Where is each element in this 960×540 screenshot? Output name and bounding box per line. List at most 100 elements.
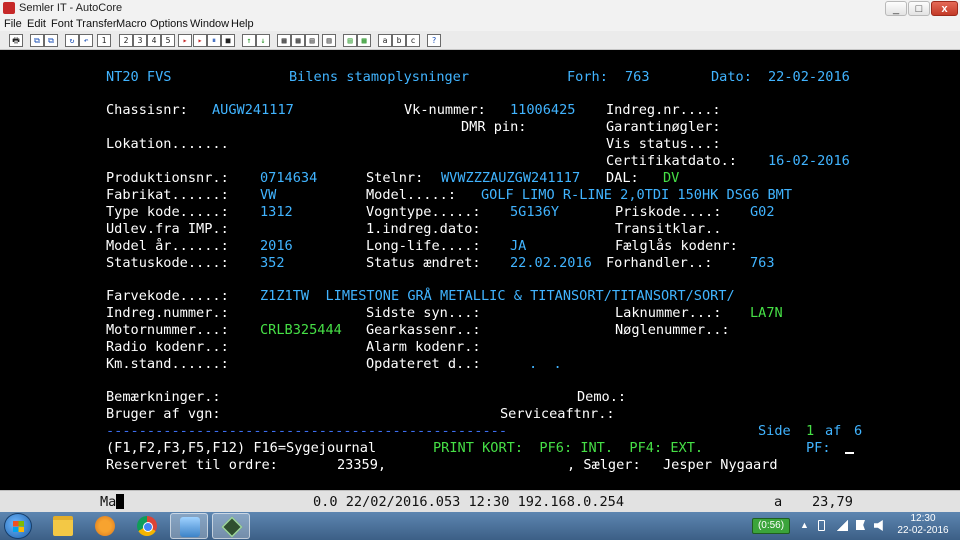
- step-icon[interactable]: ▸: [193, 34, 207, 47]
- session-1-icon[interactable]: ▤: [343, 34, 357, 47]
- terminal-icon: [221, 516, 243, 538]
- dmr-pin-label: DMR pin:: [461, 119, 527, 135]
- taskbar-explorer[interactable]: [44, 513, 82, 539]
- play-icon[interactable]: ▸: [178, 34, 192, 47]
- indreg-dato-label: 1.indreg.dato:: [366, 221, 481, 237]
- model-label: Model.....:: [366, 187, 457, 203]
- lokation-label: Lokation.......: [106, 136, 229, 152]
- garanti-label: Garantinøgler:: [606, 119, 721, 135]
- pf-input[interactable]: [845, 440, 854, 457]
- udlev-label: Udlev.fra IMP.:: [106, 221, 229, 237]
- menu-transfer[interactable]: Transfer: [76, 17, 117, 31]
- cursor-position: 23,79: [812, 494, 853, 510]
- maximize-button[interactable]: □: [908, 1, 930, 16]
- taskbar-chrome[interactable]: [128, 513, 166, 539]
- app-icon: [3, 2, 15, 14]
- menu-file[interactable]: File: [4, 17, 22, 31]
- window-title: Semler IT - AutoCore: [19, 2, 123, 14]
- screen-1-icon[interactable]: ▦: [277, 34, 291, 47]
- bruger-label: Bruger af vgn:: [106, 406, 221, 422]
- tray-expand-icon[interactable]: ▲: [800, 520, 810, 531]
- refresh-icon[interactable]: ↻: [65, 34, 79, 47]
- macro-3-icon[interactable]: 3: [133, 34, 147, 47]
- session-2-icon[interactable]: ▦: [357, 34, 371, 47]
- alarm-label: Alarm kodenr.:: [366, 339, 481, 355]
- paste-icon[interactable]: ⧉: [44, 34, 58, 47]
- produktion-value: 0714634: [260, 170, 318, 186]
- pause-icon[interactable]: ⏸: [207, 34, 221, 47]
- long-life-label: Long-life....:: [366, 238, 481, 254]
- forh-value: 763: [625, 69, 650, 85]
- side-total: 6: [854, 423, 863, 439]
- status-mode: Ma: [100, 494, 125, 511]
- menu-options[interactable]: Options: [150, 17, 188, 31]
- taskbar: (0:56) ▲ 12:30 22-02-2016: [0, 512, 960, 540]
- copy-icon[interactable]: ⧉: [30, 34, 44, 47]
- minimize-button[interactable]: _: [885, 1, 907, 16]
- start-button[interactable]: [4, 513, 32, 539]
- dato-value: 22-02-2016: [768, 69, 850, 85]
- clock-date: 22-02-2016: [897, 525, 949, 536]
- pf-label: PF:: [806, 440, 831, 456]
- taskbar-app[interactable]: [86, 513, 124, 539]
- model-value: GOLF LIMO R-LINE 2,0TDI 150HK DSG6 BMT: [481, 187, 792, 203]
- reserveret-value: 23359,: [337, 457, 387, 473]
- farvekode-value: Z1Z1TW LIMESTONE GRÅ METALLIC & TITANSOR…: [260, 288, 735, 304]
- screen-code: NT20 FVS: [106, 69, 172, 85]
- signal-icon[interactable]: [836, 520, 848, 531]
- keyboard-icon[interactable]: ▥: [322, 34, 336, 47]
- radio-label: Radio kodenr..:: [106, 339, 229, 355]
- status-aendret-label: Status ændret:: [366, 255, 481, 271]
- toolbar: 🖶 ⧉ ⧉ ↻ ↶ 1 2 3 4 5 ▸ ▸ ⏸ ■ ↑ ↓ ▦ ▦ ▤ ▥ …: [0, 31, 960, 50]
- status-info: 0.0 22/02/2016.053 12:30 192.168.0.254: [313, 494, 624, 510]
- priskode-label: Priskode....:: [615, 204, 722, 220]
- stop-icon[interactable]: ■: [221, 34, 235, 47]
- reserveret-label: Reserveret til ordre:: [106, 457, 278, 473]
- statuskode-value: 352: [260, 255, 285, 271]
- terminal-screen[interactable]: NT20 FVS Bilens stamoplysninger Forh: 76…: [0, 51, 960, 490]
- screen-3-icon[interactable]: ▤: [305, 34, 319, 47]
- macro-5-icon[interactable]: 5: [161, 34, 175, 47]
- undo-icon[interactable]: ↶: [79, 34, 93, 47]
- action-center-icon[interactable]: [856, 520, 865, 530]
- screen-title: Bilens stamoplysninger: [289, 69, 470, 85]
- macro-c-icon[interactable]: c: [406, 34, 420, 47]
- block-cursor: [116, 494, 125, 509]
- dato-label: Dato:: [711, 69, 752, 85]
- indreg-nr-label: Indreg.nr....:: [606, 102, 721, 118]
- macro-1-icon[interactable]: 1: [97, 34, 111, 47]
- noegle-label: Nøglenummer..:: [615, 322, 730, 338]
- volume-icon[interactable]: [874, 520, 883, 531]
- macro-4-icon[interactable]: 4: [147, 34, 161, 47]
- macro-a-icon[interactable]: a: [378, 34, 392, 47]
- menu-edit[interactable]: Edit: [27, 17, 46, 31]
- close-button[interactable]: x: [931, 1, 958, 16]
- certifikat-value: 16-02-2016: [768, 153, 850, 169]
- macro-2-icon[interactable]: 2: [119, 34, 133, 47]
- taskbar-autocore[interactable]: [212, 513, 250, 539]
- clock[interactable]: 12:30 22-02-2016: [890, 513, 956, 537]
- help-icon[interactable]: ?: [427, 34, 441, 47]
- menu-font[interactable]: Font: [51, 17, 73, 31]
- motornummer-value: CRLB325444: [260, 322, 342, 338]
- macro-b-icon[interactable]: b: [392, 34, 406, 47]
- menu-macro[interactable]: Macro: [116, 17, 147, 31]
- vk-label: Vk-nummer:: [404, 102, 486, 118]
- device-icon[interactable]: [818, 520, 825, 531]
- status-aendret-value: 22.02.2016: [510, 255, 592, 271]
- fabrikat-value: VW: [260, 187, 277, 203]
- vogntype-label: Vogntype.....:: [366, 204, 481, 220]
- model-aar-value: 2016: [260, 238, 293, 254]
- receive-file-icon[interactable]: ↓: [256, 34, 270, 47]
- dal-value: DV: [663, 170, 680, 186]
- clock-time: 12:30: [910, 513, 936, 524]
- taskbar-sync[interactable]: [170, 513, 208, 539]
- menu-help[interactable]: Help: [231, 17, 254, 31]
- stelnr-label: Stelnr:: [366, 170, 424, 186]
- print-icon[interactable]: 🖶: [9, 34, 23, 47]
- screen-2-icon[interactable]: ▦: [291, 34, 305, 47]
- battery-indicator[interactable]: (0:56): [752, 518, 790, 534]
- menu-window[interactable]: Window: [190, 17, 229, 31]
- folder-icon: [53, 516, 73, 536]
- send-file-icon[interactable]: ↑: [242, 34, 256, 47]
